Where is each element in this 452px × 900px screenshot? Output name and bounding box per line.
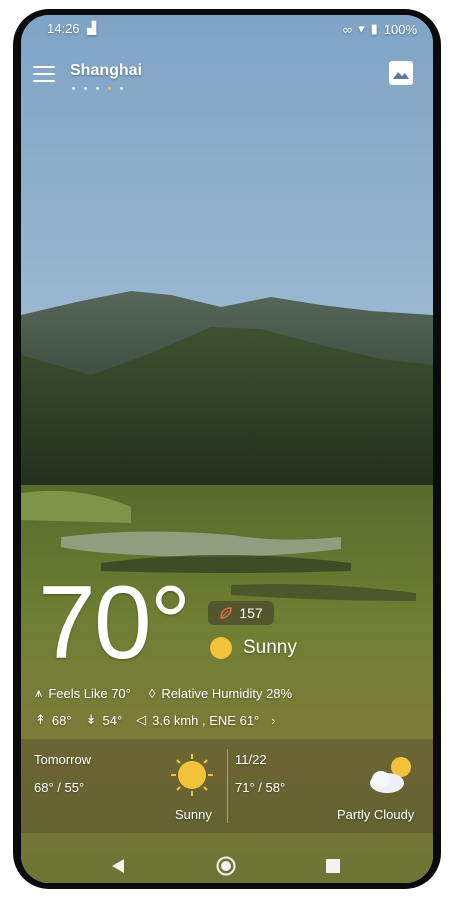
forecast-next-label: 11/22 (235, 752, 267, 767)
forecast-next-condition: Partly Cloudy (337, 807, 415, 822)
back-icon[interactable] (111, 858, 125, 874)
battery-icon: ▮ (370, 21, 378, 36)
page-dot (96, 87, 99, 90)
wind-text: 3.6 kmh , ENE 61° (152, 712, 260, 728)
condition-label: Sunny (243, 637, 297, 658)
forecast-tomorrow-label: Tomorrow (34, 752, 92, 767)
status-icons: ∞ ▾ ▮ 100% (343, 21, 417, 37)
page-indicator (72, 87, 123, 90)
details-row-2[interactable]: ↟ 68° ↡ 54° ◁ 3.6 kmh , ENE 61° › (35, 712, 276, 728)
sun-icon (171, 754, 213, 796)
home-icon[interactable] (216, 856, 236, 876)
battery-percent: 100% (383, 21, 417, 37)
navigation-bar (21, 849, 433, 883)
forecast-tomorrow-temps: 68° / 55° (34, 780, 85, 795)
link-icon: ∞ (342, 21, 353, 37)
current-condition: Sunny (209, 636, 297, 660)
droplet-icon: ◊ (148, 685, 156, 701)
high-temp-icon: ↟ (35, 712, 46, 727)
humidity-text: Relative Humidity 28% (161, 685, 293, 701)
low-temp: 54° (102, 712, 123, 728)
status-time: 14:26 (47, 21, 80, 36)
page-dot (72, 87, 75, 90)
city-name[interactable]: Shanghai (70, 62, 142, 80)
low-temp-icon: ↡ (85, 712, 97, 727)
aqi-badge[interactable]: 157 (208, 601, 274, 625)
details-row-1: ⩚ Feels Like 70° ◊ Relative Humidity 28% (35, 685, 292, 701)
wind-icon: ◁ (136, 712, 147, 727)
wifi-icon: ▾ (358, 21, 365, 36)
notification-cat-icon: ▟ (87, 21, 97, 35)
page-dot (84, 87, 87, 90)
current-temperature: 70° (38, 565, 191, 681)
status-bar: 14:26 ▟ ∞ ▾ ▮ 100% (21, 15, 433, 43)
image-icon[interactable] (389, 61, 413, 85)
partly-cloudy-icon (370, 757, 411, 793)
recents-icon[interactable] (325, 858, 341, 874)
aqi-value: 157 (239, 605, 263, 621)
chevron-right-icon[interactable]: › (271, 713, 275, 728)
page-dot-active (108, 87, 111, 90)
forecast-tomorrow-condition: Sunny (175, 807, 212, 822)
feels-like-text: Feels Like 70° (48, 685, 131, 701)
leaf-icon (220, 607, 233, 619)
sun-icon (210, 637, 232, 659)
forecast-next-temps: 71° / 58° (235, 780, 286, 795)
weather-screen: 14:26 ▟ ∞ ▾ ▮ 100% Shanghai 70° 157 Sunn… (21, 15, 433, 883)
high-temp: 68° (51, 712, 72, 728)
menu-icon[interactable] (33, 66, 55, 82)
forecast-divider (227, 749, 228, 823)
page-dot (120, 87, 123, 90)
feels-like-icon: ⩚ (35, 685, 43, 700)
